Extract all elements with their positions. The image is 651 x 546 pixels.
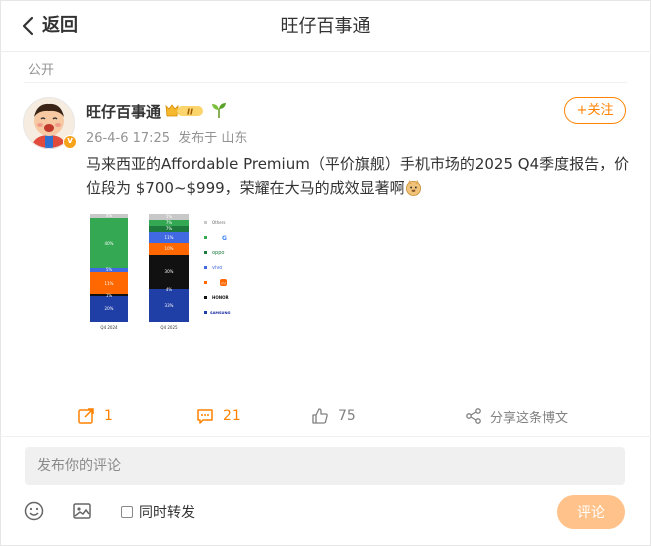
forward-label: 同时转发 [139, 505, 195, 521]
share-icon [466, 408, 481, 424]
legend-swatch-oppo [204, 251, 207, 254]
action-bar: 1 21 75 分享这条博文 [0, 400, 651, 432]
post-timestamp: 26-4-6 17:25 [86, 131, 171, 146]
emoji-picker-icon[interactable] [23, 500, 45, 522]
legend-others: Others [212, 220, 225, 225]
segment-label: 4% [166, 287, 173, 292]
segment-label: 7% [166, 226, 173, 231]
post-text: 马来西亚的Affordable Premium（平价旗舰）手机市场的2025 Q… [86, 152, 632, 200]
legend-swatch-xiaomi [204, 281, 207, 284]
top-bar: 返回 旺仔百事通 [0, 0, 651, 52]
segment-label: 4% [106, 213, 113, 218]
crown-badge-icon: II [165, 104, 203, 117]
legend-swatch-vivo [204, 266, 207, 269]
post-image[interactable]: 4% 40% 5% 11% 1% 20% 5% 7% 7% 11% 10% 30… [85, 209, 245, 339]
level-badge: II [165, 103, 205, 119]
legend-xiaomi: mi [221, 282, 225, 286]
comment-count: 21 [223, 408, 241, 424]
comment-icon [197, 409, 213, 424]
thumbs-up-icon [312, 408, 328, 424]
share-label: 分享这条博文 [490, 410, 569, 426]
segment-label: 5% [166, 214, 173, 219]
legend-honor: HONOR [212, 295, 229, 300]
legend-vivo: vivo [212, 265, 222, 271]
legend-oppo: oppo [212, 250, 224, 256]
bar-label-q4-2024: Q4 2024 [100, 325, 118, 330]
page-title: 旺仔百事通 [280, 16, 371, 37]
bar-label-q4-2025: Q4 2025 [160, 325, 178, 330]
doge-emoji-icon [405, 179, 421, 196]
market-share-chart-image: 4% 40% 5% 11% 1% 20% 5% 7% 7% 11% 10% 30… [85, 209, 245, 339]
divider [0, 436, 651, 437]
post-body: 马来西亚的Affordable Premium（平价旗舰）手机市场的2025 Q… [86, 155, 630, 197]
legend-swatch-samsung [204, 311, 207, 314]
segment-label: 40% [105, 241, 114, 246]
follow-button[interactable]: +关注 [564, 97, 626, 124]
sprout-icon [212, 103, 226, 118]
segment-label: 33% [165, 303, 174, 308]
segment-label: 20% [105, 306, 114, 311]
level-text: II [187, 108, 193, 117]
segment-label: 11% [105, 281, 114, 286]
segment-label: 30% [165, 269, 174, 274]
divider [24, 82, 627, 83]
forward-checkbox[interactable] [121, 506, 133, 518]
comment-input[interactable] [25, 447, 625, 485]
legend-samsung: SAMSUNG [210, 311, 230, 315]
author-name[interactable]: 旺仔百事通 [86, 101, 161, 122]
repost-icon [78, 408, 94, 424]
comment-button[interactable]: 21 [196, 400, 241, 432]
segment-label: 5% [106, 267, 113, 272]
image-upload-icon[interactable] [71, 500, 93, 522]
segment-label: 7% [166, 220, 173, 225]
like-button[interactable]: 75 [311, 400, 356, 432]
legend-swatch-honor [204, 296, 207, 299]
post-location: 发布于 山东 [178, 131, 248, 146]
post-meta: 26-4-6 17:25 发布于 山东 [86, 127, 251, 146]
visibility-label: 公开 [28, 63, 55, 78]
legend-google: G [222, 235, 227, 242]
segment-label: 1% [106, 293, 113, 298]
repost-count: 1 [104, 408, 113, 424]
share-button[interactable]: 分享这条博文 [465, 400, 568, 432]
like-count: 75 [338, 408, 356, 424]
repost-button[interactable]: 1 [77, 400, 113, 432]
segment-label: 10% [165, 246, 174, 251]
forward-toggle[interactable]: 同时转发 [121, 502, 195, 522]
verified-badge-icon: v [63, 135, 77, 149]
legend-swatch-google [204, 236, 207, 239]
legend-swatch-others [204, 221, 207, 224]
submit-comment-button[interactable]: 评论 [557, 495, 625, 529]
segment-label: 11% [165, 235, 174, 240]
